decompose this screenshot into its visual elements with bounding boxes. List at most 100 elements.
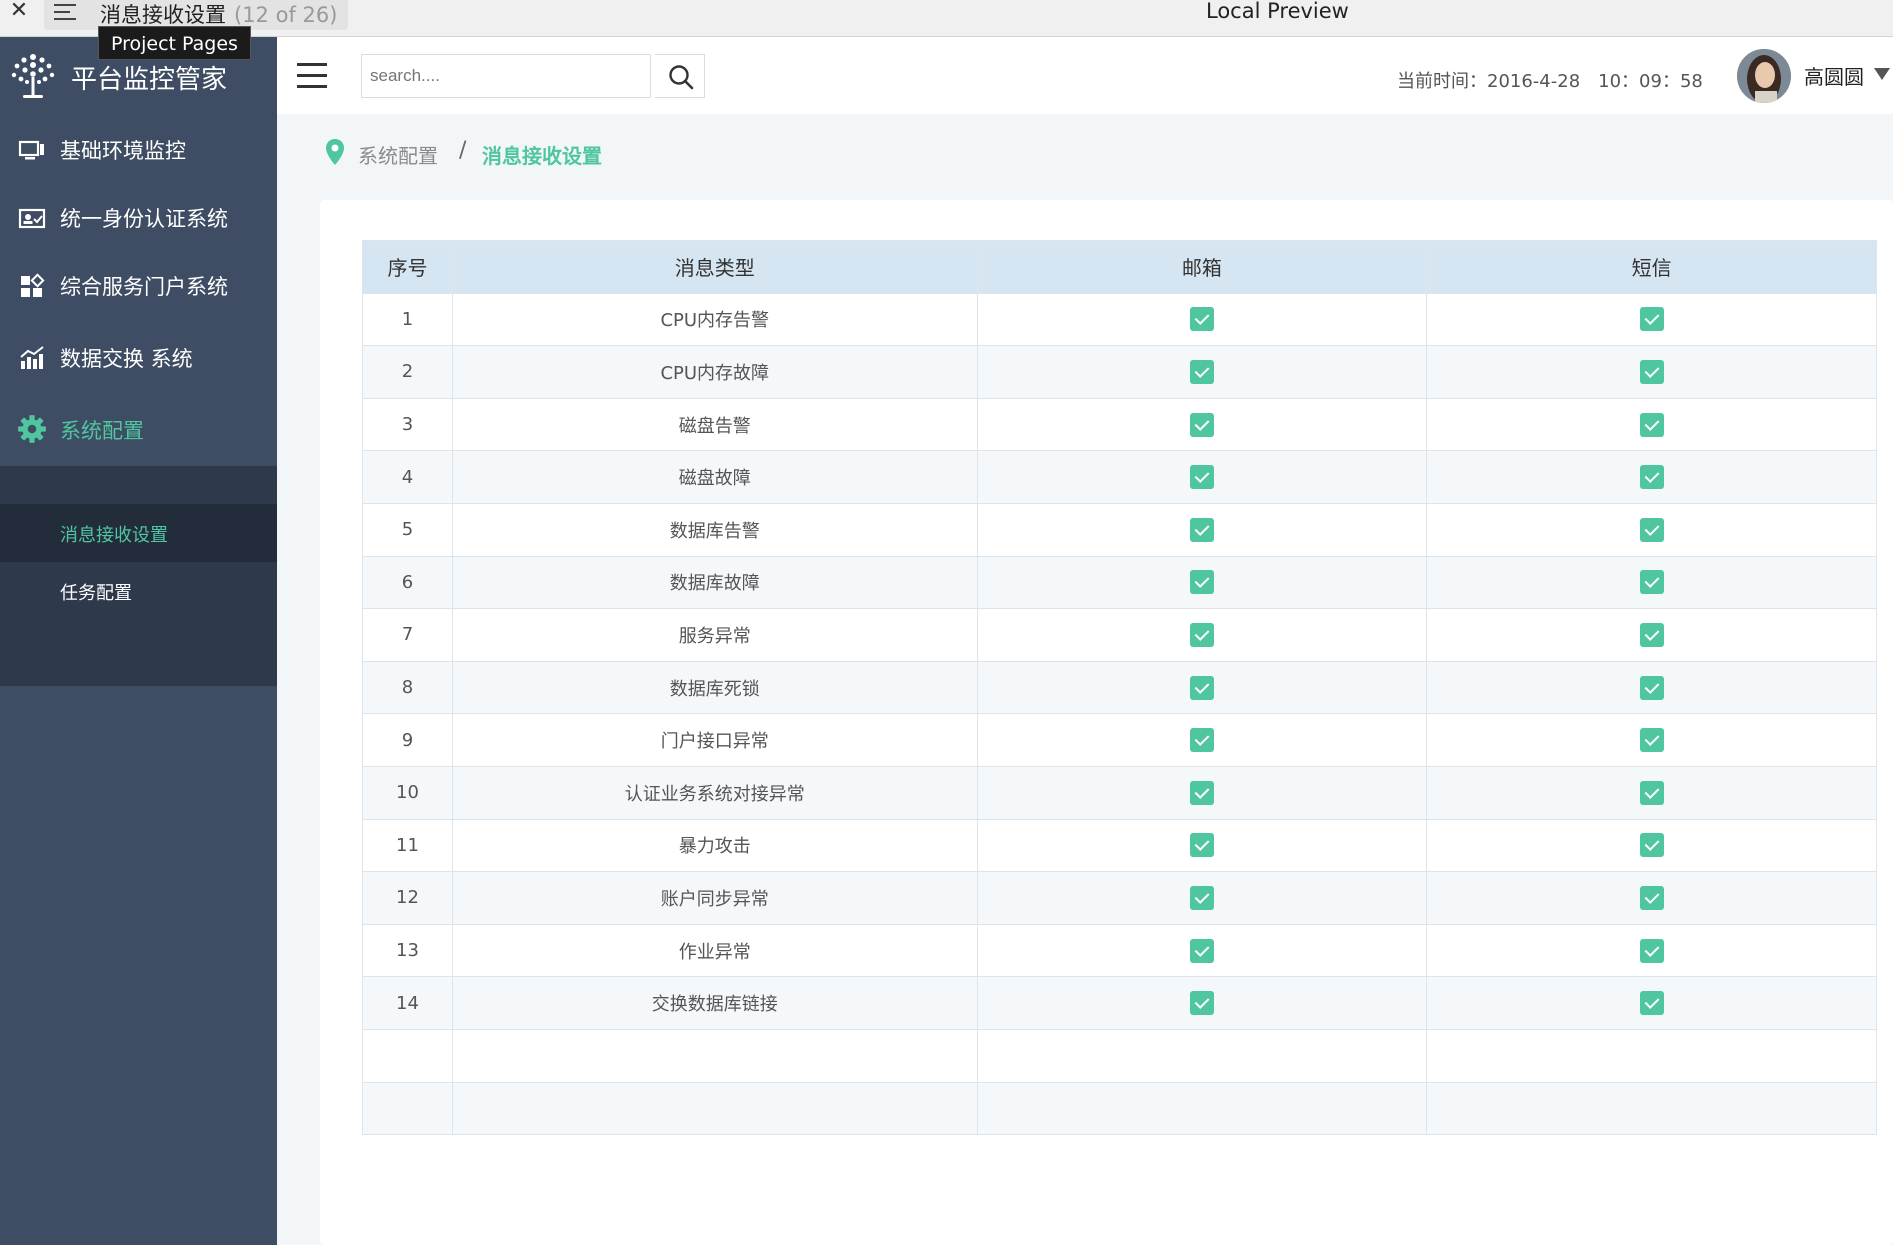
sms-checkbox[interactable]: [1639, 412, 1664, 437]
sms-checkbox[interactable]: [1639, 359, 1664, 384]
sms-checkbox[interactable]: [1639, 885, 1664, 910]
email-checkbox[interactable]: [1189, 622, 1214, 647]
cell-sms: [1426, 502, 1877, 557]
cell-no: 3: [362, 397, 453, 452]
sms-checkbox[interactable]: [1639, 465, 1664, 490]
email-checkbox[interactable]: [1189, 938, 1214, 963]
table-row: 5 数据库告警: [362, 502, 1877, 557]
column-header-sms: 短信: [1426, 240, 1877, 294]
submenu-item-task-config[interactable]: 任务配置: [0, 562, 277, 620]
email-checkbox[interactable]: [1189, 570, 1214, 595]
sms-checkbox[interactable]: [1639, 991, 1664, 1016]
sidebar-item-system-config[interactable]: 系统配置: [0, 397, 277, 463]
cell-sms: [1426, 818, 1877, 873]
cell-message-type: 磁盘故障: [451, 450, 978, 504]
empty-cell: [362, 1081, 453, 1136]
email-checkbox[interactable]: [1189, 833, 1214, 858]
search-button[interactable]: [655, 54, 705, 98]
sms-checkbox[interactable]: [1639, 938, 1664, 963]
email-checkbox[interactable]: [1189, 885, 1214, 910]
cell-email: [976, 450, 1428, 504]
hamburger-menu-icon[interactable]: [297, 63, 327, 89]
avatar[interactable]: [1737, 49, 1791, 103]
cell-sms: [1426, 608, 1877, 662]
column-header-no: 序号: [362, 240, 453, 294]
cell-email: [976, 976, 1428, 1030]
cell-sms: [1426, 555, 1877, 610]
sms-checkbox[interactable]: [1639, 307, 1664, 332]
table-row: 13 作业异常: [362, 923, 1877, 978]
chevron-down-icon[interactable]: [1874, 68, 1890, 80]
column-header-type: 消息类型: [451, 240, 978, 294]
preview-title: Local Preview: [1206, 0, 1349, 23]
sms-checkbox[interactable]: [1639, 780, 1664, 805]
grid-apps-icon: [21, 273, 45, 297]
email-checkbox[interactable]: [1189, 307, 1214, 332]
table-row: [362, 1028, 1877, 1083]
table-row: [362, 1081, 1877, 1136]
sms-checkbox[interactable]: [1639, 517, 1664, 542]
sidebar-item-data-exchange[interactable]: 数据交换 系统: [0, 325, 277, 391]
sms-checkbox[interactable]: [1639, 570, 1664, 595]
cell-no: 7: [362, 608, 453, 662]
cell-sms: [1426, 292, 1877, 347]
cell-message-type: 磁盘告警: [451, 397, 978, 452]
submenu-item-label: 任务配置: [60, 583, 132, 604]
cell-email: [976, 713, 1428, 767]
close-icon[interactable]: ✕: [6, 0, 32, 26]
cell-message-type: 门户接口异常: [451, 713, 978, 767]
sms-checkbox[interactable]: [1639, 622, 1664, 647]
sidebar-item-label: 系统配置: [60, 419, 144, 443]
empty-cell: [1426, 1028, 1877, 1083]
cell-no: 13: [362, 923, 453, 978]
breadcrumb: 系统配置 / 消息接收设置: [277, 114, 1893, 196]
table-row: 1 CPU内存告警: [362, 292, 1877, 347]
top-header: 当前时间：2016-4-28 10：09：58 高圆圆: [277, 37, 1893, 114]
email-checkbox[interactable]: [1189, 675, 1214, 700]
empty-cell: [976, 1081, 1428, 1136]
sms-checkbox[interactable]: [1639, 728, 1664, 753]
email-checkbox[interactable]: [1189, 359, 1214, 384]
table-row: 3 磁盘告警: [362, 397, 1877, 452]
breadcrumb-parent[interactable]: 系统配置: [358, 140, 438, 169]
sms-checkbox[interactable]: [1639, 833, 1664, 858]
cell-no: 14: [362, 976, 453, 1030]
sidebar-item-environment[interactable]: 基础环境监控: [0, 117, 277, 183]
cell-message-type: 交换数据库链接: [451, 976, 978, 1030]
cell-message-type: 服务异常: [451, 608, 978, 662]
sidebar-item-label: 基础环境监控: [60, 139, 186, 163]
cell-no: 8: [362, 660, 453, 715]
cell-no: 11: [362, 818, 453, 873]
email-checkbox[interactable]: [1189, 412, 1214, 437]
cell-message-type: 数据库故障: [451, 555, 978, 610]
email-checkbox[interactable]: [1189, 991, 1214, 1016]
sidebar-submenu: 消息接收设置 任务配置: [0, 466, 277, 686]
menu-icon[interactable]: [54, 1, 76, 23]
app-name: 平台监控管家: [71, 65, 228, 95]
search-input[interactable]: [361, 54, 651, 98]
table-body: 1 CPU内存告警 2 CPU内存故障 3 磁盘告警 4 磁盘故障 5 数据库告警 6 数据库故障 7 服…: [362, 292, 1877, 1136]
email-checkbox[interactable]: [1189, 780, 1214, 805]
username[interactable]: 高圆圆: [1804, 61, 1864, 90]
empty-cell: [1426, 1081, 1877, 1136]
submenu-item-message-settings[interactable]: 消息接收设置: [0, 504, 277, 562]
current-time: 当前时间：2016-4-28 10：09：58: [1397, 71, 1703, 92]
page-count: (12 of 26): [234, 3, 338, 27]
email-checkbox[interactable]: [1189, 465, 1214, 490]
sms-checkbox[interactable]: [1639, 675, 1664, 700]
column-header-email: 邮箱: [976, 240, 1428, 294]
email-checkbox[interactable]: [1189, 517, 1214, 542]
cell-message-type: CPU内存故障: [451, 345, 978, 399]
cell-email: [976, 397, 1428, 452]
sidebar-item-identity[interactable]: 统一身份认证系统: [0, 185, 277, 251]
cell-no: 9: [362, 713, 453, 767]
table-row: 4 磁盘故障: [362, 450, 1877, 504]
cell-sms: [1426, 976, 1877, 1030]
sidebar-item-portal[interactable]: 综合服务门户系统: [0, 253, 277, 319]
cell-email: [976, 555, 1428, 610]
cell-message-type: 数据库告警: [451, 502, 978, 557]
message-settings-table: 序号 消息类型 邮箱 短信 1 CPU内存告警 2 CPU内存故障 3 磁盘告警 4 磁盘故障…: [362, 240, 1877, 1136]
table-row: 11 暴力攻击: [362, 818, 1877, 873]
sidebar-item-label: 数据交换 系统: [60, 347, 193, 371]
email-checkbox[interactable]: [1189, 728, 1214, 753]
